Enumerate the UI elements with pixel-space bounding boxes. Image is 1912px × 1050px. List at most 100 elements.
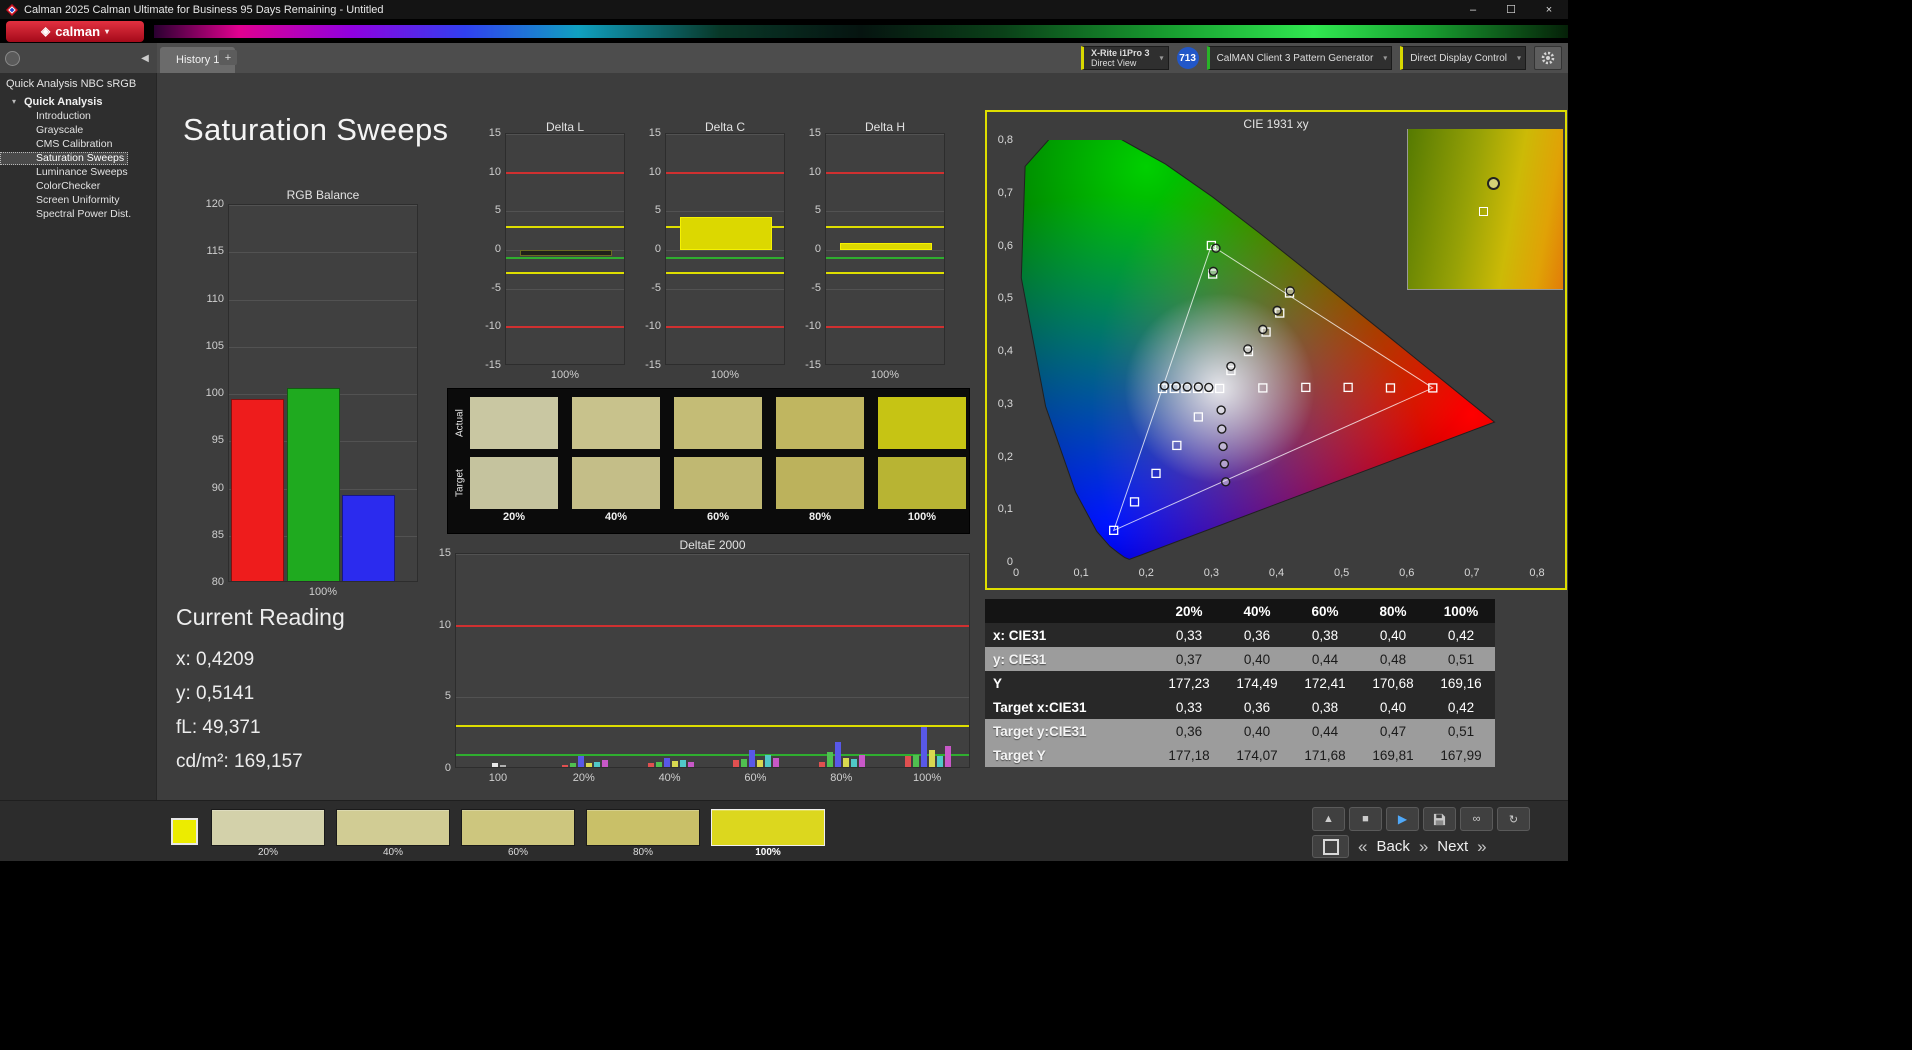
panel-collapse-button[interactable]: ▲ (1312, 807, 1345, 831)
chart-bar (843, 757, 850, 767)
calman-logo-menu[interactable]: ◈ calman ▾ (6, 20, 144, 42)
add-tab-button[interactable]: + (219, 50, 237, 65)
meter-name: X-Rite i1Pro 3 (1091, 48, 1150, 58)
swatch-column-label: 80% (808, 511, 832, 523)
link-profile-button[interactable]: ∞ (1460, 807, 1493, 831)
deltae-2000-chart: DeltaE 2000 15 10 5 0 100 20% 40% 60% 80% 100% (430, 538, 982, 792)
chevron-down-icon: ▾ (1159, 53, 1164, 63)
sidebar-item-screen-uniformity[interactable]: Screen Uniformity (0, 194, 156, 207)
cie-x-tick-label: 0,3 (1203, 567, 1220, 579)
measured-point (1204, 382, 1214, 393)
table-cell: 0,40 (1379, 699, 1407, 715)
pattern-buttons: 20% 40% 60% 80% 100% (211, 809, 825, 860)
current-reading-line: fL: 49,371 (176, 717, 261, 738)
sidebar-item-luminance-sweeps[interactable]: Luminance Sweeps (0, 166, 156, 179)
sidebar-item-introduction[interactable]: Introduction (0, 110, 156, 123)
close-button[interactable]: × (1530, 0, 1568, 19)
settings-button[interactable] (1534, 46, 1562, 70)
delta-c-chart: Delta C 15 10 5 0 -5 -10 -15 100% (628, 118, 793, 390)
pattern-label: 60% (507, 847, 528, 858)
prev-page-icon[interactable]: « (1358, 835, 1367, 858)
last-page-icon[interactable]: » (1477, 835, 1486, 858)
y-tick-label: 0 (494, 243, 501, 255)
y-tick-label: 90 (211, 481, 224, 494)
table-cell: 0,33 (1175, 627, 1203, 643)
pattern-source-select[interactable]: CalMAN Client 3 Pattern Generator ▾ (1206, 46, 1393, 70)
pattern-button-20[interactable]: 20% (211, 809, 325, 860)
maximize-button[interactable]: ☐ (1492, 0, 1530, 19)
y-tick-label: 80 (211, 576, 224, 588)
pattern-button-40[interactable]: 40% (336, 809, 450, 860)
chart-bar (765, 754, 772, 767)
chart-bar (663, 757, 670, 767)
measured-point (1217, 424, 1227, 434)
next-page-icon[interactable]: » (1419, 835, 1428, 858)
display-control-name: Direct Display Control (1410, 52, 1507, 64)
sidebar-item-cms-calibration[interactable]: CMS Calibration (0, 138, 156, 151)
y-tick-label: 10 (648, 165, 661, 178)
group-label: 100% (913, 772, 942, 784)
y-tick-label: 5 (654, 204, 661, 217)
chart-bar (577, 756, 584, 767)
reference-line (456, 725, 969, 727)
sidebar-item-spectral-power-dist-[interactable]: Spectral Power Dist. (0, 208, 156, 221)
y-tick-label: -5 (811, 281, 821, 294)
sidebar-item-grayscale[interactable]: Grayscale (0, 124, 156, 137)
reference-line (826, 272, 944, 275)
table-cell: 0,37 (1175, 651, 1203, 667)
table-cell: 174,07 (1236, 747, 1278, 763)
refresh-button[interactable]: ↻ (1497, 807, 1530, 831)
swatch-comparison-panel: Actual Target 20% 40% 60% 80% 100% (447, 388, 970, 534)
y-tick-label: -15 (805, 359, 821, 371)
meter-select[interactable]: X-Rite i1Pro 3 Direct View ▾ (1081, 46, 1169, 70)
gridline (506, 211, 624, 213)
display-config-button[interactable] (1312, 835, 1349, 858)
chart-bar (945, 746, 952, 767)
play-button[interactable]: ▶ (1386, 807, 1419, 831)
y-tick-label: 85 (211, 528, 224, 541)
measured-point (1171, 381, 1181, 392)
chart-bar (569, 763, 576, 767)
refresh-icon: ↻ (1508, 813, 1519, 826)
pattern-button-60[interactable]: 60% (461, 809, 575, 860)
workflow-menu-button[interactable] (5, 50, 20, 66)
sidebar-collapse-icon[interactable]: ◀ (138, 53, 152, 64)
current-reading-line: cd/m²: 169,157 (176, 751, 303, 772)
y-tick-label: -15 (485, 359, 501, 371)
back-button[interactable]: Back (1376, 835, 1409, 858)
chart-bar (851, 758, 858, 767)
stop-button[interactable]: ■ (1349, 807, 1382, 831)
current-reading: Current Reading x: 0,4209 y: 0,5141 fL: 49… (176, 604, 345, 779)
chart-bar (733, 760, 740, 767)
table-row: x: CIE31 0,33 0,36 0,38 0,40 0,42 (985, 623, 1495, 647)
chart-bar (741, 758, 748, 767)
pattern-label: 20% (257, 847, 278, 858)
sidebar-item-colorchecker[interactable]: ColorChecker (0, 180, 156, 193)
window-title: Calman 2025 Calman Ultimate for Business… (24, 3, 384, 16)
table-cell: 0,44 (1311, 651, 1339, 667)
y-tick-label: 10 (808, 165, 821, 178)
display-control-select[interactable]: Direct Display Control ▾ (1400, 46, 1526, 70)
meter-mode: Direct View (1091, 58, 1137, 68)
reference-line (666, 272, 784, 275)
table-cell: 167,99 (1440, 747, 1482, 763)
measured-point (1182, 382, 1192, 392)
y-tick-label: 15 (808, 127, 821, 139)
table-row-label: Target x:CIE31 (993, 699, 1087, 715)
pattern-source-name: CalMAN Client 3 Pattern Generator (1216, 52, 1374, 64)
minimize-button[interactable]: – (1454, 0, 1492, 19)
chart-title: DeltaE 2000 (679, 538, 746, 552)
pattern-button-100[interactable]: 100% (711, 809, 825, 860)
table-cell: 172,41 (1304, 675, 1346, 691)
sidebar-top-controls: ◀ (0, 43, 157, 73)
sidebar-root-node[interactable]: ▾ Quick Analysis (0, 92, 156, 110)
chart-bar (913, 754, 920, 767)
sidebar-item-saturation-sweeps[interactable]: Saturation Sweeps (0, 152, 129, 165)
chart-plot (228, 204, 418, 582)
swatch-column-label: 20% (502, 511, 526, 523)
table-cell: 0,40 (1243, 651, 1271, 667)
save-button[interactable] (1423, 807, 1456, 831)
gridline (666, 134, 784, 135)
next-button[interactable]: Next (1437, 835, 1468, 858)
pattern-button-80[interactable]: 80% (586, 809, 700, 860)
